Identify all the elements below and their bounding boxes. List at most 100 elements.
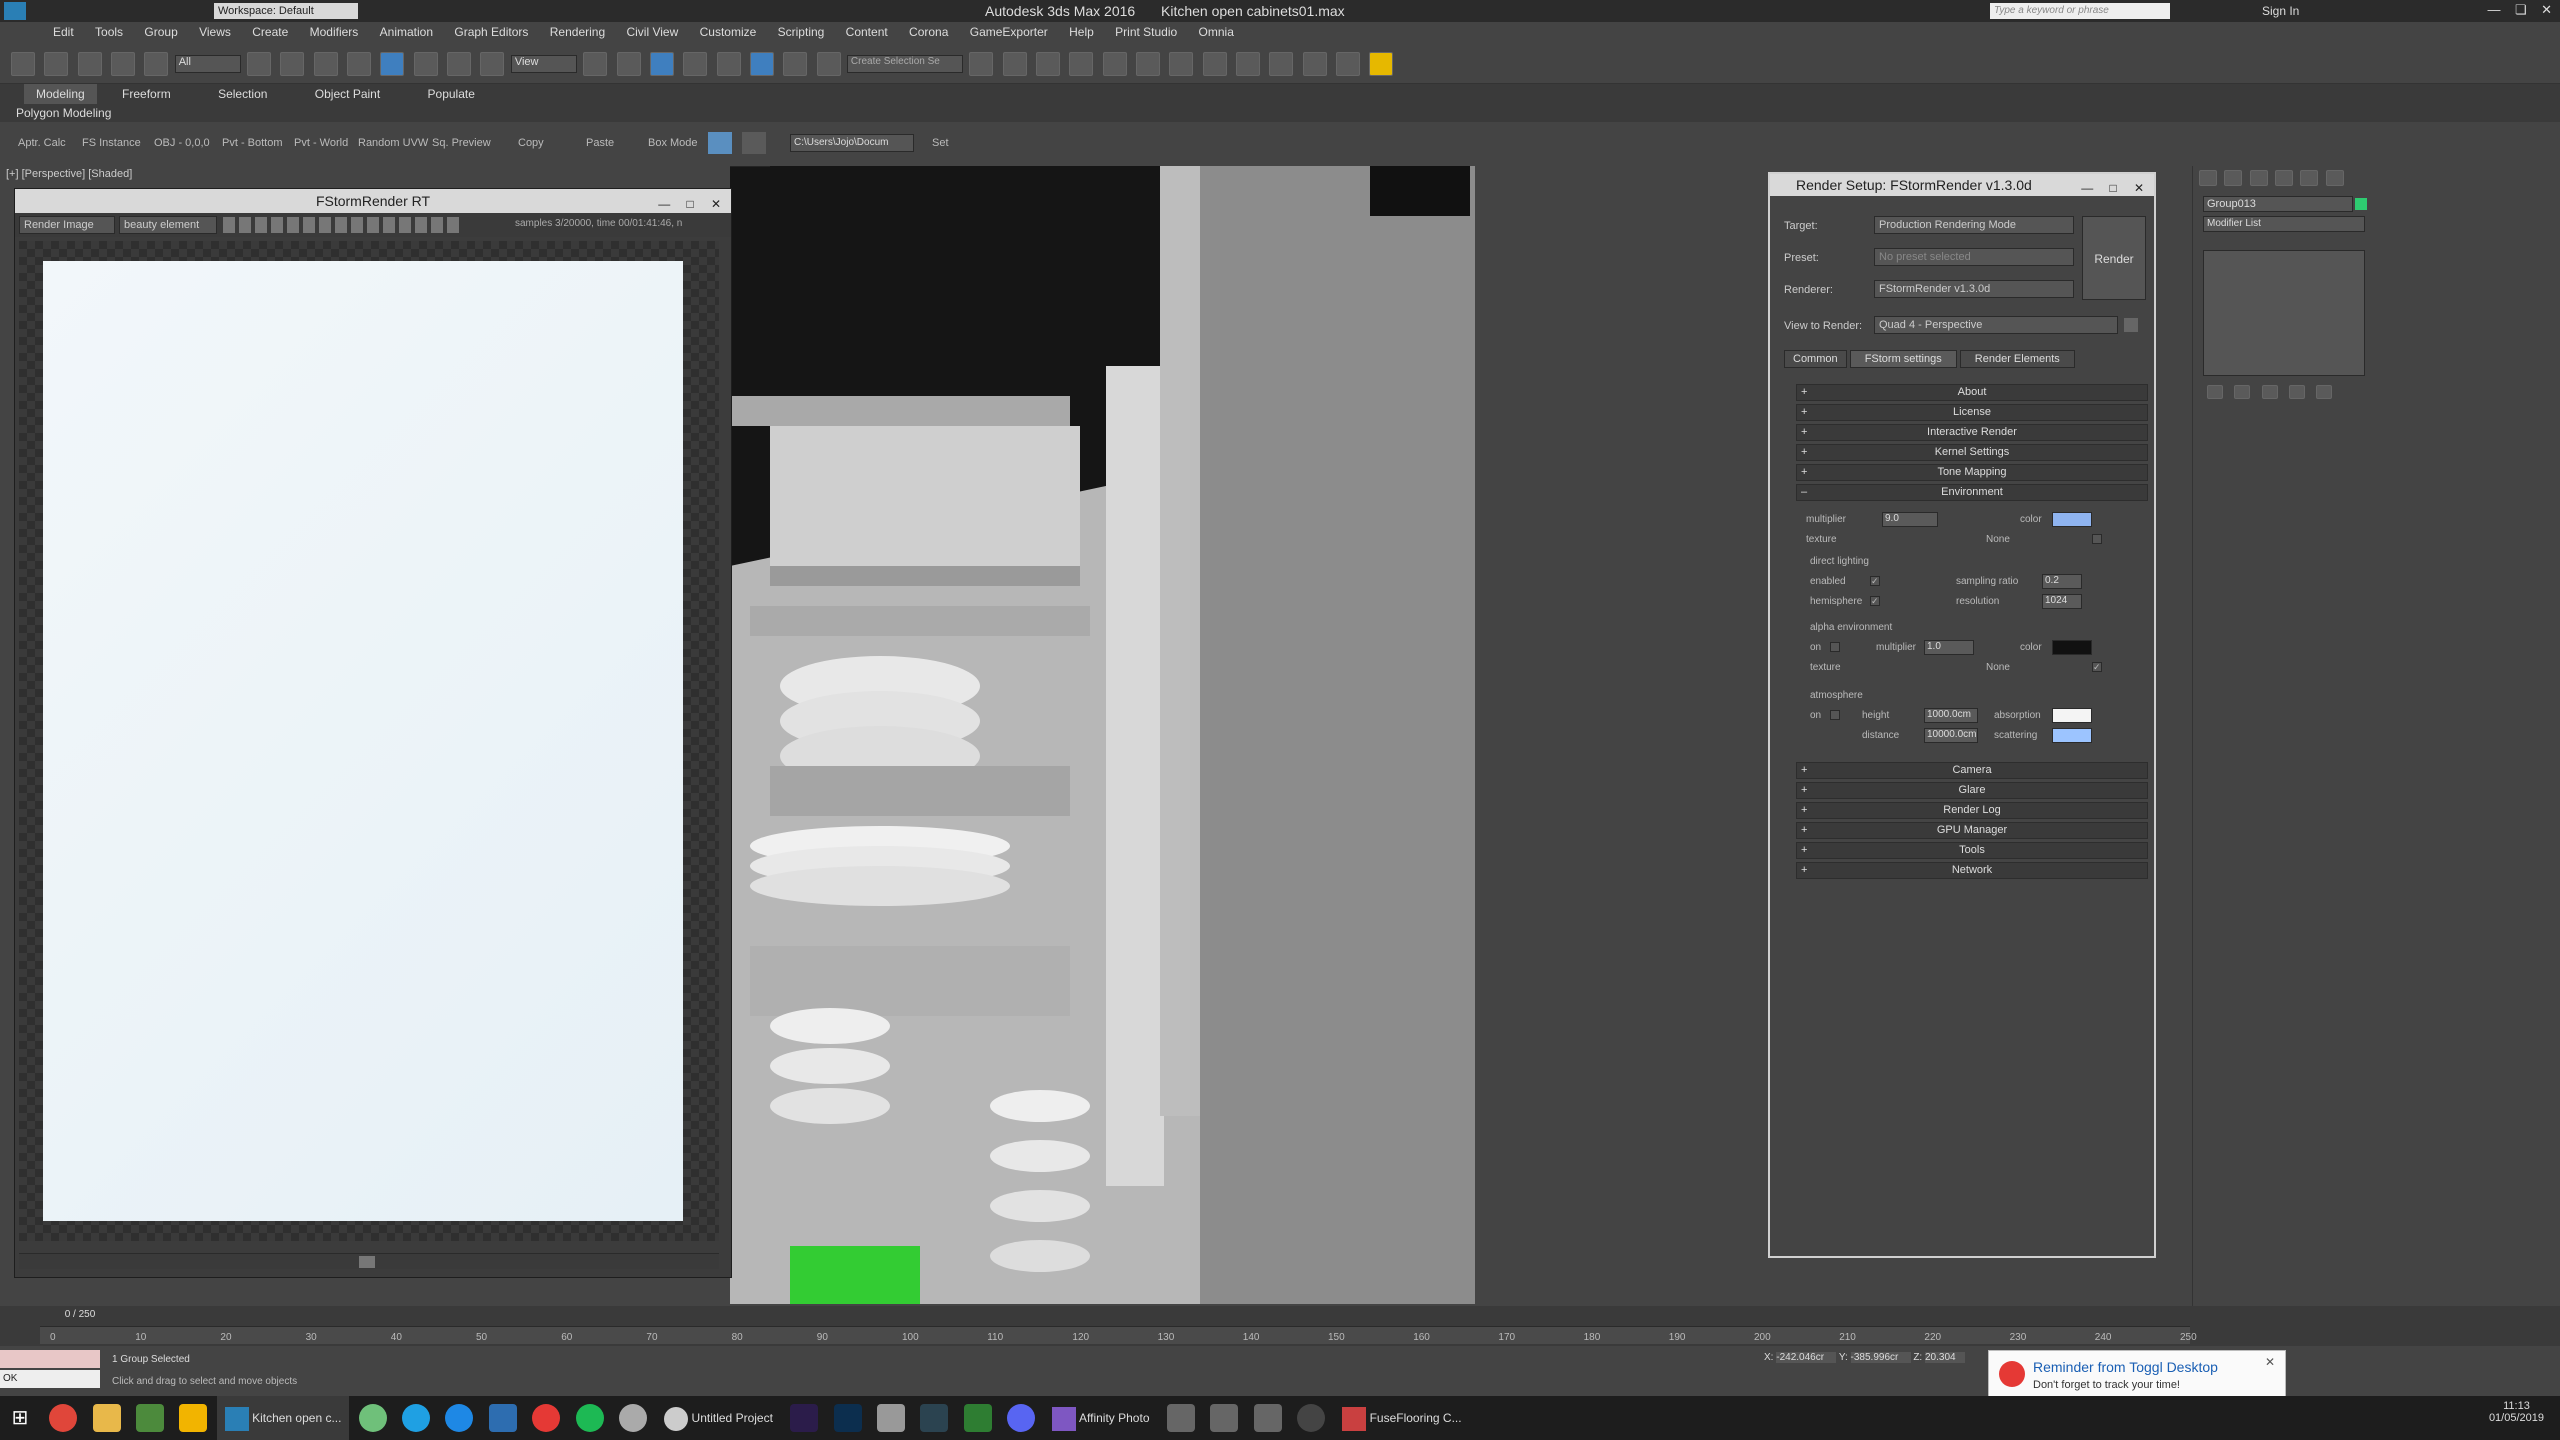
box-mode-icon[interactable] — [708, 132, 732, 154]
tab-common[interactable]: Common — [1784, 350, 1847, 368]
curve-editor-icon[interactable] — [1102, 52, 1127, 76]
tool-pvt-world[interactable]: Pvt - World — [294, 130, 348, 156]
make-unique-icon[interactable] — [2261, 384, 2278, 399]
menu-graph-editors[interactable]: Graph Editors — [445, 22, 537, 42]
rollout-environment[interactable]: – Environment — [1796, 484, 2148, 501]
utilities-tab-icon[interactable] — [2325, 170, 2344, 186]
viewport-label[interactable]: [+] [Perspective] [Shaded] — [6, 168, 132, 180]
tool-pvt-bottom[interactable]: Pvt - Bottom — [222, 130, 283, 156]
pivot-center-icon[interactable] — [583, 52, 608, 76]
tab-modeling[interactable]: Modeling — [24, 84, 97, 104]
selection-filter-dropdown[interactable]: All — [174, 55, 241, 73]
workspace-dropdown[interactable]: Workspace: Default — [214, 3, 358, 19]
select-place-icon[interactable] — [480, 52, 505, 76]
tool-aptr-calc[interactable]: Aptr. Calc — [18, 130, 66, 156]
app-icon[interactable] — [1253, 1404, 1282, 1432]
modify-tab-icon[interactable] — [2224, 170, 2243, 186]
render-online-icon[interactable] — [1336, 52, 1361, 76]
render-mode-dropdown[interactable]: Render Image — [19, 216, 115, 234]
close-icon[interactable]: ✕ — [2128, 179, 2150, 197]
select-tool-icon[interactable] — [742, 132, 766, 154]
alpha-texture-checkbox[interactable]: ✓ — [2092, 662, 2102, 672]
set-path-button[interactable]: Set — [932, 130, 949, 156]
tab-selection[interactable]: Selection — [196, 84, 289, 104]
hierarchy-tab-icon[interactable] — [2249, 170, 2268, 186]
app-icon[interactable] — [1166, 1404, 1195, 1432]
lock-icon[interactable] — [2124, 318, 2138, 332]
scattering-swatch[interactable] — [2052, 728, 2092, 743]
render-setup-icon[interactable] — [1202, 52, 1227, 76]
sampling-ratio-spinner[interactable]: 0.2 — [2042, 574, 2082, 589]
create-tab-icon[interactable] — [2199, 170, 2217, 186]
scrollbar-thumb[interactable] — [359, 1256, 375, 1268]
display-tab-icon[interactable] — [2300, 170, 2319, 186]
height-spinner[interactable]: 1000.0cm — [1924, 708, 1978, 723]
app-icon[interactable] — [488, 1404, 517, 1432]
sign-in-button[interactable]: Sign In — [2262, 4, 2299, 18]
rollout-interactive-render[interactable]: + Interactive Render — [1796, 424, 2148, 441]
render-setup-title-bar[interactable]: Render Setup: FStormRender v1.3.0d — □ ✕ — [1770, 174, 2154, 196]
tool-sq-preview[interactable]: Sq. Preview — [432, 130, 491, 156]
material-editor-icon[interactable] — [1169, 52, 1194, 76]
tab-object-paint[interactable]: Object Paint — [293, 84, 402, 104]
app-icon[interactable] — [963, 1404, 992, 1432]
tab-render-elements[interactable]: Render Elements — [1959, 350, 2075, 368]
modifier-stack[interactable] — [2203, 250, 2365, 376]
rendered-frame-window-icon[interactable] — [1236, 52, 1260, 76]
menu-help[interactable]: Help — [1060, 22, 1103, 42]
taskbar-item-affinity-photo[interactable]: Affinity Photo — [1044, 1396, 1157, 1440]
maxscript-listener-bottom[interactable]: OK — [0, 1370, 100, 1388]
multiplier-spinner[interactable]: 9.0 — [1882, 512, 1938, 527]
bind-space-warp-icon[interactable] — [144, 52, 169, 76]
unlink-icon[interactable] — [111, 52, 136, 76]
pin-stack-icon[interactable] — [2207, 384, 2223, 399]
remove-modifier-icon[interactable] — [2289, 384, 2306, 399]
select-rotate-icon[interactable] — [413, 52, 438, 76]
app-icon[interactable] — [1210, 1404, 1239, 1432]
menu-corona[interactable]: Corona — [900, 22, 957, 42]
render-element-dropdown[interactable]: beauty element — [119, 216, 217, 234]
env-color-swatch[interactable] — [2052, 512, 2092, 527]
alpha-multiplier-spinner[interactable]: 1.0 — [1924, 640, 1974, 655]
distance-spinner[interactable]: 10000.0cm — [1924, 728, 1978, 743]
align-icon[interactable] — [1002, 52, 1027, 76]
snaps-toggle-icon[interactable] — [683, 52, 708, 76]
x-coord-field[interactable]: -242.046cr — [1776, 1352, 1837, 1363]
redo-icon[interactable] — [44, 52, 69, 76]
maxscript-listener-top[interactable] — [0, 1350, 100, 1368]
time-slider[interactable]: 0 / 250 — [0, 1306, 160, 1324]
preset-dropdown[interactable]: No preset selected — [1874, 248, 2074, 266]
search-field[interactable]: Type a keyword or phrase — [1990, 3, 2170, 19]
spinner-snap-icon[interactable] — [783, 52, 808, 76]
select-move-icon[interactable] — [380, 52, 405, 76]
teamviewer-icon[interactable] — [445, 1404, 474, 1432]
target-dropdown[interactable]: Production Rendering Mode — [1874, 216, 2074, 234]
start-icon[interactable]: ⊞ — [6, 1404, 34, 1432]
tab-freeform[interactable]: Freeform — [100, 84, 193, 104]
discord-icon[interactable] — [1006, 1404, 1035, 1432]
absorption-swatch[interactable] — [2052, 708, 2092, 723]
percent-snap-icon[interactable] — [749, 52, 774, 76]
fstorm-title-bar[interactable]: FStormRender RT — □ ✕ — [15, 189, 731, 213]
select-by-name-icon[interactable] — [280, 52, 305, 76]
warning-icon[interactable] — [1369, 52, 1394, 76]
fstorm-tool-icons[interactable] — [223, 217, 463, 233]
app-icon[interactable] — [136, 1404, 165, 1432]
menu-scripting[interactable]: Scripting — [769, 22, 834, 42]
rollout-tools[interactable]: + Tools — [1796, 842, 2148, 859]
motion-tab-icon[interactable] — [2275, 170, 2294, 186]
tool-random-uvw[interactable]: Random UVW — [358, 130, 428, 156]
menu-print-studio[interactable]: Print Studio — [1106, 22, 1186, 42]
polygon-modeling-label[interactable]: Polygon Modeling — [16, 106, 111, 120]
render-iterative-icon[interactable] — [1302, 52, 1327, 76]
close-icon[interactable]: ✕ — [2541, 2, 2552, 17]
rollout-about[interactable]: + About — [1796, 384, 2148, 401]
rollout-camera[interactable]: + Camera — [1796, 762, 2148, 779]
project-path-field[interactable]: C:\Users\Jojo\Docum — [790, 134, 914, 152]
show-end-result-icon[interactable] — [2234, 384, 2251, 399]
edit-named-selection-icon[interactable] — [816, 52, 841, 76]
rollout-tone-mapping[interactable]: + Tone Mapping — [1796, 464, 2148, 481]
render-canvas[interactable] — [19, 241, 719, 1241]
object-name-field[interactable]: Group013 — [2203, 196, 2353, 212]
app-icon[interactable] — [618, 1404, 647, 1432]
